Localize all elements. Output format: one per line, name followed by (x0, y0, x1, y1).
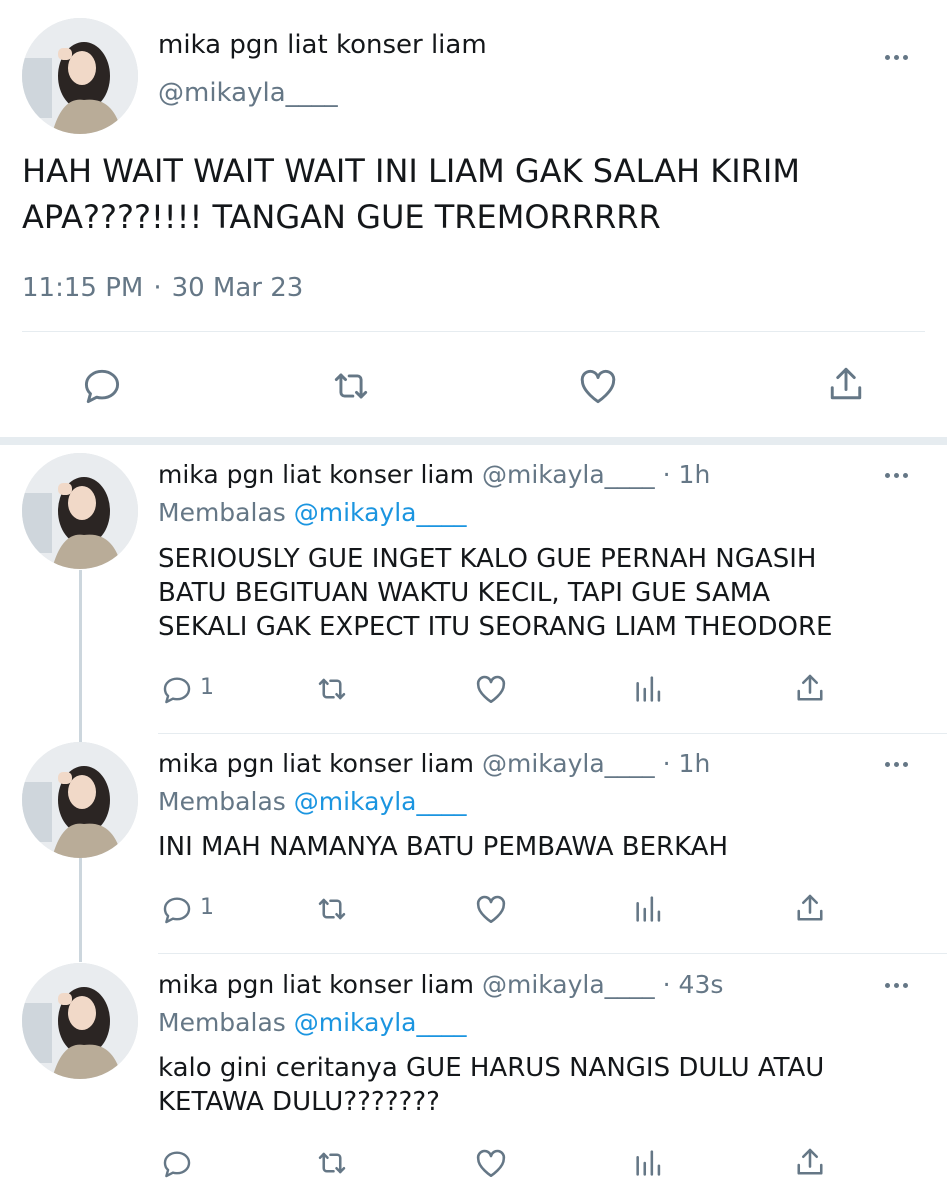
tweet-text-line: APA????!!!! TANGAN GUE TREMORRRRR (22, 198, 661, 236)
analytics-icon[interactable] (632, 1146, 666, 1180)
reply-header: mika pgn liat konser liam @mikayla____ ·… (158, 749, 710, 778)
reply-icon[interactable] (160, 893, 194, 927)
replying-handle[interactable]: @mikayla____ (294, 787, 467, 816)
avatar[interactable] (22, 18, 138, 134)
reply-time[interactable]: 1h (679, 749, 711, 778)
replying-label: Membalas (158, 498, 286, 527)
reply-header: mika pgn liat konser liam @mikayla____ ·… (158, 970, 723, 999)
author-name[interactable]: mika pgn liat konser liam (158, 460, 474, 489)
author-handle[interactable]: @mikayla____ (482, 970, 655, 999)
reply-time[interactable]: 1h (679, 460, 711, 489)
reply-icon[interactable] (160, 1147, 194, 1181)
share-icon[interactable] (792, 890, 828, 926)
time-separator: · (662, 749, 671, 778)
reply-text-line: BATU BEGITUAN WAKTU KECIL, TAPI GUE SAMA (158, 578, 770, 608)
reply-text-line: SEKALI GAK EXPECT ITU SEORANG LIAM THEOD… (158, 612, 833, 642)
more-icon[interactable] (885, 980, 908, 990)
tweet-timestamp[interactable]: 11:15 PM · 30 Mar 23 (22, 273, 303, 303)
tweet-date: 30 Mar 23 (171, 273, 304, 303)
retweet-icon[interactable] (328, 364, 374, 408)
more-icon[interactable] (885, 470, 908, 480)
thread-line (79, 570, 82, 742)
tweet-time: 11:15 PM (22, 273, 144, 303)
avatar[interactable] (22, 963, 138, 1079)
reply-text-line: KETAWA DULU??????? (158, 1087, 440, 1117)
reply-text-line: SERIOUSLY GUE INGET KALO GUE PERNAH NGAS… (158, 544, 817, 574)
replying-handle[interactable]: @mikayla____ (294, 1008, 467, 1037)
reply-count: 1 (200, 895, 214, 920)
replying-label: Membalas (158, 1008, 286, 1037)
author-handle[interactable]: @mikayla____ (158, 78, 338, 108)
share-icon[interactable] (824, 362, 868, 406)
time-separator: · (662, 970, 671, 999)
author-handle[interactable]: @mikayla____ (482, 460, 655, 489)
divider (158, 953, 947, 954)
date-separator: · (153, 273, 162, 303)
author-name[interactable]: mika pgn liat konser liam (158, 749, 474, 778)
retweet-icon[interactable] (313, 891, 351, 927)
like-icon[interactable] (473, 891, 509, 927)
avatar[interactable] (22, 742, 138, 858)
divider (158, 733, 947, 734)
avatar[interactable] (22, 453, 138, 569)
reply-header: mika pgn liat konser liam @mikayla____ ·… (158, 460, 710, 489)
reply-icon[interactable] (160, 673, 194, 707)
time-separator: · (662, 460, 671, 489)
like-icon[interactable] (576, 364, 620, 408)
divider (22, 331, 925, 332)
replying-label: Membalas (158, 787, 286, 816)
retweet-icon[interactable] (313, 1145, 351, 1181)
replying-handle[interactable]: @mikayla____ (294, 498, 467, 527)
reply-time[interactable]: 43s (679, 970, 724, 999)
more-icon[interactable] (885, 759, 908, 769)
like-icon[interactable] (473, 671, 509, 707)
tweet-text-line: HAH WAIT WAIT WAIT INI LIAM GAK SALAH KI… (22, 152, 800, 190)
reply-icon[interactable] (80, 364, 124, 408)
replying-to: Membalas @mikayla____ (158, 787, 466, 816)
reply-count: 1 (200, 675, 214, 700)
analytics-icon[interactable] (632, 892, 666, 926)
section-separator (0, 437, 947, 445)
share-icon[interactable] (792, 1144, 828, 1180)
replying-to: Membalas @mikayla____ (158, 498, 466, 527)
author-handle[interactable]: @mikayla____ (482, 749, 655, 778)
thread-line (79, 858, 82, 962)
author-name[interactable]: mika pgn liat konser liam (158, 30, 487, 60)
replying-to: Membalas @mikayla____ (158, 1008, 466, 1037)
share-icon[interactable] (792, 670, 828, 706)
like-icon[interactable] (473, 1145, 509, 1181)
retweet-icon[interactable] (313, 671, 351, 707)
author-name[interactable]: mika pgn liat konser liam (158, 970, 474, 999)
reply-text-line: INI MAH NAMANYA BATU PEMBAWA BERKAH (158, 832, 729, 862)
reply-text-line: kalo gini ceritanya GUE HARUS NANGIS DUL… (158, 1053, 825, 1083)
analytics-icon[interactable] (632, 672, 666, 706)
more-icon[interactable] (885, 52, 908, 62)
